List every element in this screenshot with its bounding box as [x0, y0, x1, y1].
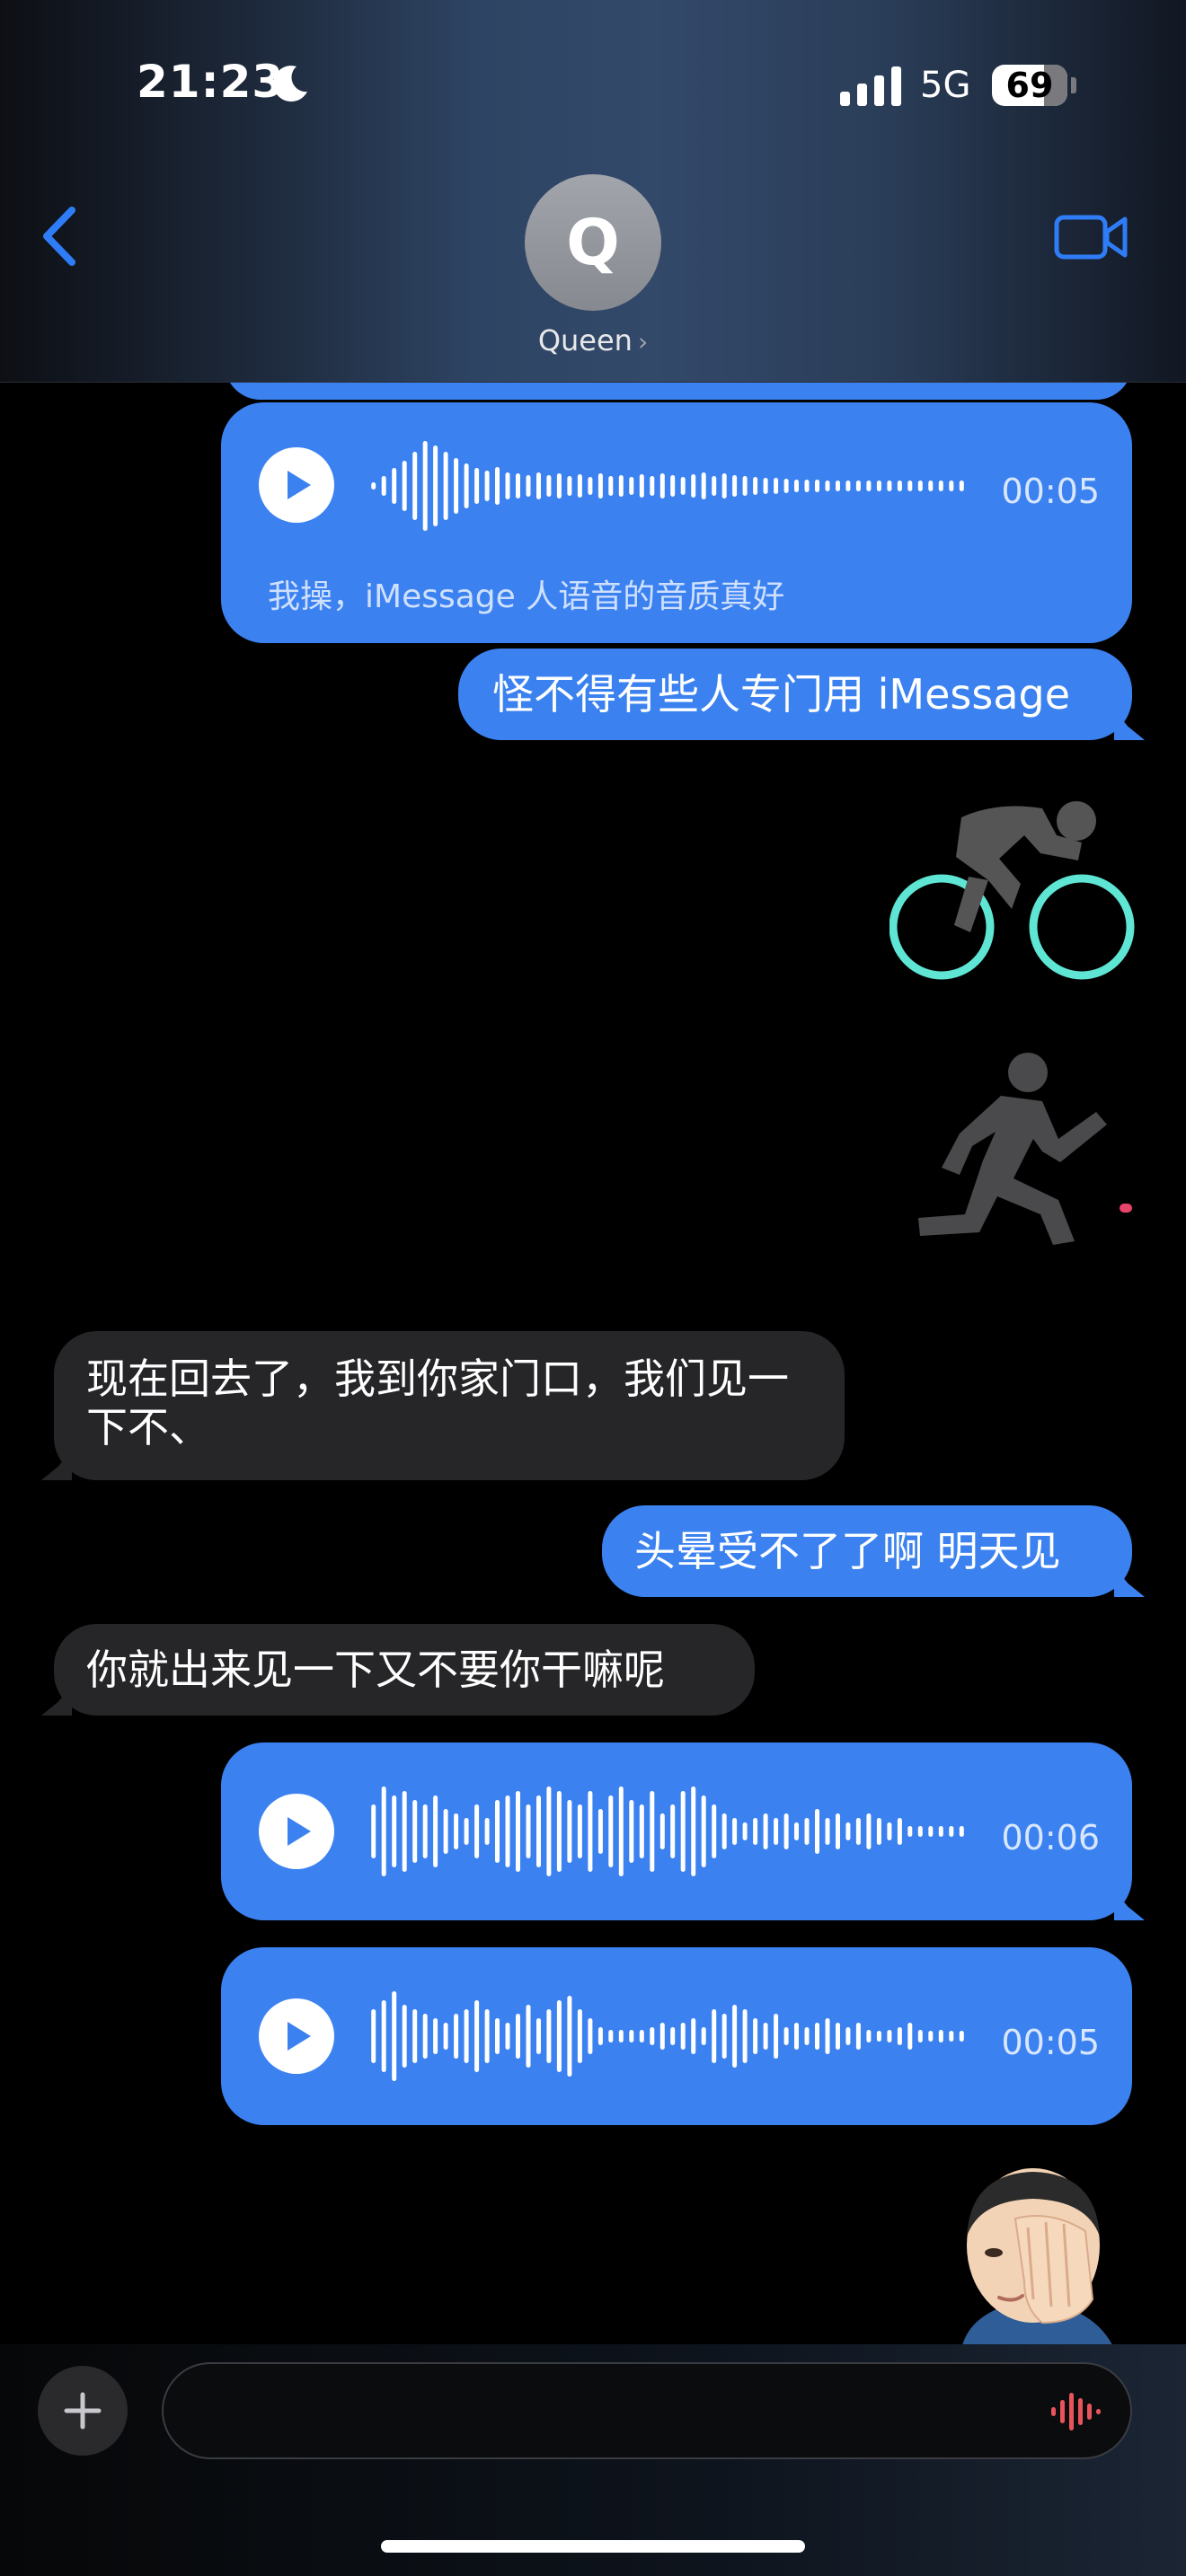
- message-list[interactable]: 00:05 我操，iMessage 人语音的音质真好 怪不得有些人专门用 iMe…: [0, 0, 1186, 2576]
- message-text: 怪不得有些人专门用 iMessage: [492, 670, 1071, 719]
- running-icon[interactable]: [907, 1053, 1141, 1250]
- play-button[interactable]: [259, 1998, 334, 2074]
- message-bubble-received[interactable]: 现在回去了，我到你家门口，我们见一下不、: [54, 1331, 845, 1480]
- battery-icon: 69: [992, 65, 1067, 106]
- conversation-header: 21:23 5G 69 Q Queen ›: [0, 0, 1186, 383]
- play-icon: [288, 1817, 311, 1846]
- message-bubble-sent[interactable]: 头晕受不了了啊 明天见: [602, 1505, 1132, 1597]
- message-bubble-received[interactable]: 你就出来见一下又不要你干嘛呢: [54, 1624, 755, 1716]
- audio-waveform: [371, 1991, 964, 2081]
- voice-message-bubble[interactable]: 00:06: [221, 1742, 1132, 1920]
- plus-icon: [64, 2392, 102, 2430]
- contact-name: Queen: [537, 323, 633, 357]
- contact-name-button[interactable]: Queen ›: [503, 323, 683, 357]
- battery-cap: [1071, 77, 1076, 93]
- facepalm-memoji-icon[interactable]: [934, 2165, 1132, 2349]
- network-type: 5G: [920, 65, 971, 106]
- voice-duration: 00:05: [1001, 472, 1100, 511]
- message-text: 你就出来见一下又不要你干嘛呢: [86, 1645, 665, 1694]
- contact-avatar[interactable]: Q: [525, 174, 661, 311]
- add-attachment-button[interactable]: [38, 2366, 128, 2456]
- home-indicator: [381, 2540, 805, 2553]
- signal-icon: [840, 66, 901, 106]
- message-text: 头晕受不了了啊 明天见: [634, 1527, 1061, 1575]
- play-icon: [288, 471, 311, 499]
- voice-message-bubble[interactable]: 00:05 我操，iMessage 人语音的音质真好: [221, 402, 1132, 643]
- play-button[interactable]: [259, 447, 334, 523]
- audio-record-icon[interactable]: [1049, 2391, 1102, 2432]
- voice-message-bubble[interactable]: 00:05: [221, 1947, 1132, 2125]
- status-time: 21:23: [137, 56, 285, 108]
- voice-transcript: 我操，iMessage 人语音的音质真好: [268, 578, 785, 615]
- voice-duration: 00:06: [1001, 1818, 1100, 1857]
- chevron-right-icon: ›: [637, 327, 649, 357]
- voice-duration: 00:05: [1001, 2023, 1100, 2062]
- cycling-icon[interactable]: [890, 790, 1137, 988]
- back-chevron-icon[interactable]: [36, 205, 81, 268]
- moon-icon: [273, 66, 307, 102]
- video-call-icon[interactable]: [1053, 210, 1128, 262]
- message-input[interactable]: [162, 2362, 1132, 2459]
- battery-level: 69: [1005, 66, 1054, 105]
- audio-waveform: [371, 441, 964, 531]
- message-text: 现在回去了，我到你家门口，我们见一下不、: [86, 1354, 789, 1451]
- play-button[interactable]: [259, 1794, 334, 1869]
- message-bubble-sent[interactable]: 怪不得有些人专门用 iMessage: [458, 648, 1132, 740]
- play-icon: [288, 2022, 311, 2051]
- audio-waveform: [371, 1786, 964, 1876]
